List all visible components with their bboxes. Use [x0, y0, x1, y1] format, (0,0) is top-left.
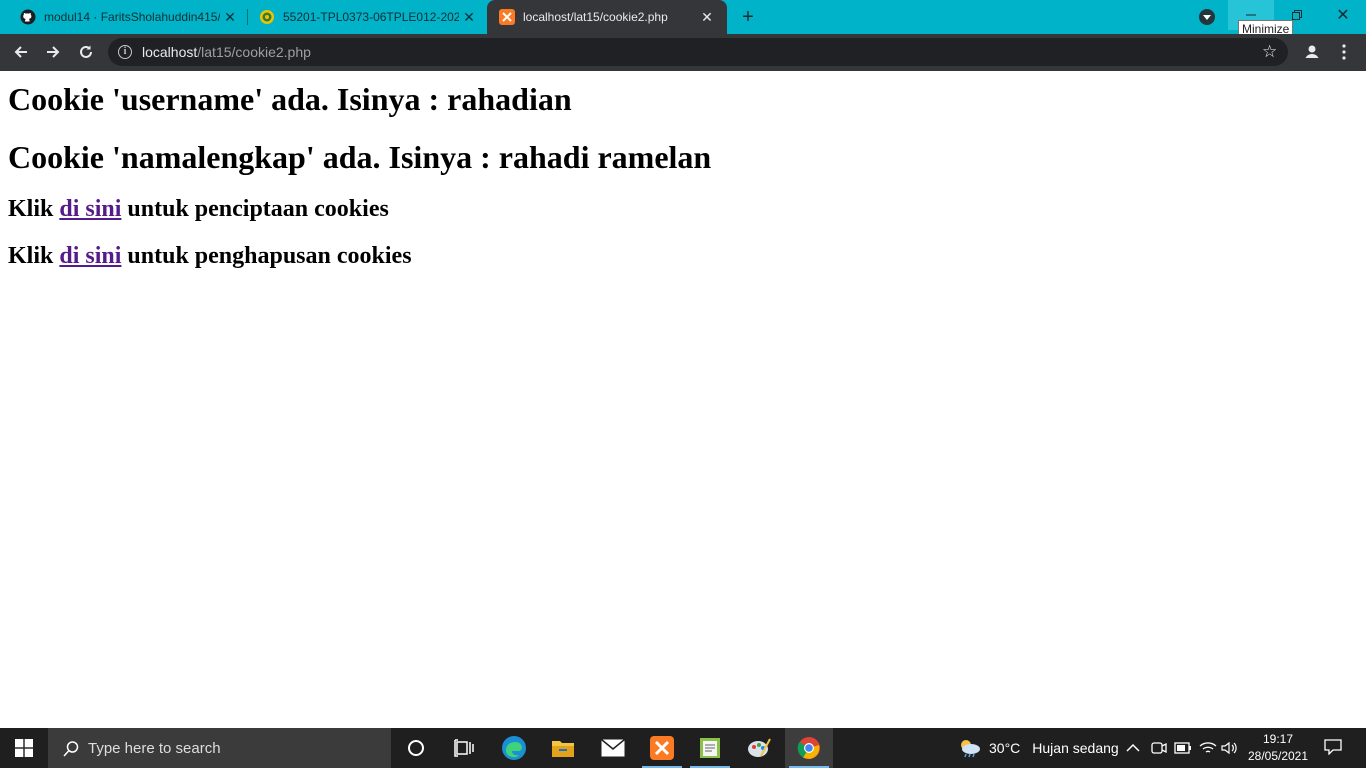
- wifi-icon[interactable]: [1199, 728, 1217, 768]
- taskbar-search[interactable]: Type here to search: [48, 728, 391, 768]
- start-button[interactable]: [0, 728, 48, 768]
- tab-localhost-active[interactable]: localhost/lat15/cookie2.php ✕: [487, 0, 727, 34]
- delete-cookies-line: Klik di sini untuk penghapusan cookies: [8, 243, 412, 270]
- back-button[interactable]: [9, 40, 33, 64]
- clock-date: 28/05/2021: [1247, 749, 1309, 763]
- create-suffix: untuk penciptaan cookies: [121, 196, 389, 222]
- windows-logo-icon: [15, 739, 33, 757]
- volume-icon[interactable]: [1221, 728, 1239, 768]
- forward-arrow-icon: [47, 46, 60, 58]
- tab-github[interactable]: modul14 · FaritsSholahuddin415/ ✕: [0, 0, 246, 34]
- xampp-icon: [499, 9, 515, 25]
- browser-toolbar: i localhost/lat15/cookie2.php ☆: [0, 34, 1366, 71]
- tab-search-icon[interactable]: [1199, 9, 1215, 25]
- paint-icon[interactable]: [735, 728, 783, 768]
- tab-university[interactable]: 55201-TPL0373-06TPLE012-2020 ✕: [239, 0, 485, 34]
- forward-button[interactable]: [41, 40, 65, 64]
- address-bar[interactable]: i localhost/lat15/cookie2.php: [108, 38, 1288, 66]
- notification-center-icon[interactable]: [1324, 739, 1342, 756]
- close-tab-icon[interactable]: ✕: [220, 7, 240, 27]
- tab-strip: modul14 · FaritsSholahuddin415/ ✕ 55201-…: [0, 0, 1366, 38]
- notepad-plus-icon[interactable]: [686, 728, 734, 768]
- tab-title: localhost/lat15/cookie2.php: [523, 10, 668, 24]
- page-content: Cookie 'username' ada. Isinya : rahadian…: [0, 71, 1366, 728]
- chrome-icon[interactable]: [785, 728, 833, 768]
- edge-icon[interactable]: [490, 728, 538, 768]
- weather-desc: Hujan sedang: [1032, 740, 1119, 756]
- reload-button[interactable]: [74, 40, 98, 64]
- university-logo-icon: [259, 9, 275, 25]
- weather-widget[interactable]: 30°C Hujan sedang: [957, 728, 1119, 768]
- back-arrow-icon: [14, 46, 27, 58]
- cookie-username-heading: Cookie 'username' ada. Isinya : rahadian: [8, 81, 572, 117]
- close-tab-icon[interactable]: ✕: [459, 7, 479, 27]
- cookie-namalengkap-heading: Cookie 'namalengkap' ada. Isinya : rahad…: [8, 139, 712, 175]
- task-view-icon[interactable]: [440, 728, 488, 768]
- delete-cookies-link[interactable]: di sini: [59, 243, 121, 269]
- github-icon: [20, 9, 36, 25]
- search-icon: [63, 741, 79, 757]
- clock-time: 19:17: [1262, 732, 1294, 746]
- tab-title: 55201-TPL0373-06TPLE012-2020: [283, 10, 459, 24]
- tab-title: modul14 · FaritsSholahuddin415/: [44, 10, 220, 24]
- url-host: localhost: [142, 44, 198, 60]
- xampp-taskbar-icon[interactable]: [638, 728, 686, 768]
- file-explorer-icon[interactable]: [539, 728, 587, 768]
- profile-icon[interactable]: [1302, 42, 1322, 62]
- close-tab-icon[interactable]: ✕: [697, 7, 717, 27]
- close-window-button[interactable]: ✕: [1320, 0, 1366, 30]
- new-tab-button[interactable]: +: [737, 6, 759, 28]
- url-path: /lat15/cookie2.php: [197, 44, 311, 60]
- search-placeholder: Type here to search: [88, 740, 221, 757]
- taskbar-clock[interactable]: 19:17 28/05/2021: [1242, 731, 1314, 765]
- meet-now-icon[interactable]: [1151, 728, 1167, 768]
- create-cookies-line: Klik di sini untuk penciptaan cookies: [8, 196, 389, 223]
- rain-cloud-icon: [961, 740, 980, 758]
- show-hidden-icons-chevron-icon[interactable]: [1126, 728, 1140, 768]
- more-menu-icon[interactable]: [1338, 43, 1350, 61]
- bookmark-star-icon[interactable]: ☆: [1262, 43, 1277, 61]
- create-cookies-link[interactable]: di sini: [59, 196, 121, 222]
- reload-icon: [80, 45, 92, 58]
- create-prefix: Klik: [8, 196, 60, 222]
- taskbar: Type here to search 30°C Hujan sedang 19…: [0, 728, 1366, 768]
- site-info-icon[interactable]: i: [118, 45, 132, 59]
- url-text: localhost/lat15/cookie2.php: [142, 44, 311, 60]
- weather-temp: 30°C: [989, 740, 1021, 756]
- delete-suffix: untuk penghapusan cookies: [121, 243, 412, 269]
- battery-icon[interactable]: [1174, 728, 1192, 768]
- cortana-icon[interactable]: [392, 728, 440, 768]
- delete-prefix: Klik: [8, 243, 60, 269]
- mail-icon[interactable]: [589, 728, 637, 768]
